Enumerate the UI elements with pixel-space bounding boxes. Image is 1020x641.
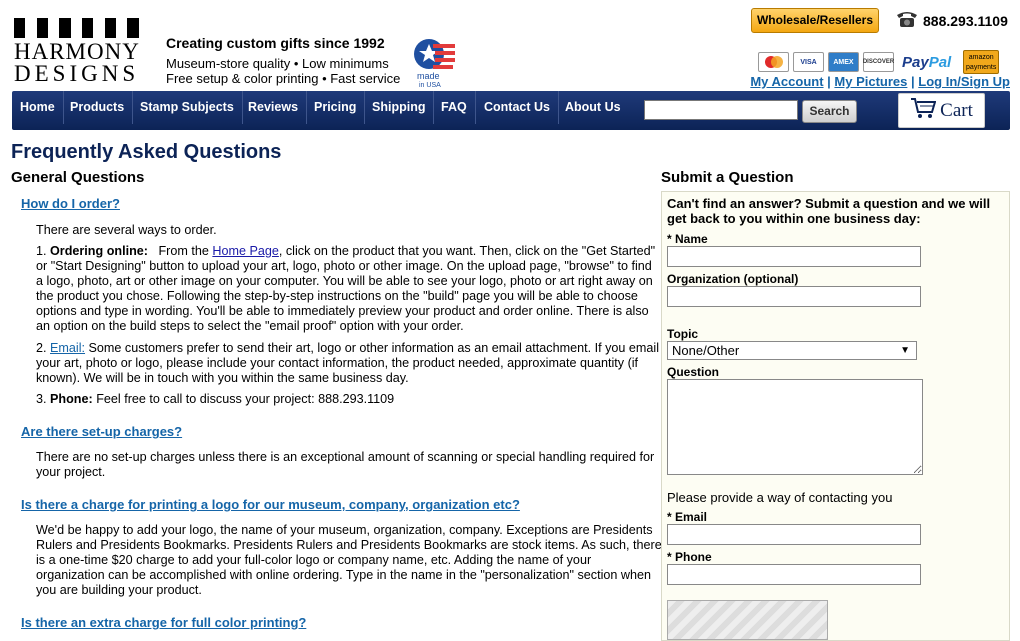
topic-label: Topic <box>667 327 699 341</box>
section-title: General Questions <box>11 169 145 186</box>
name-label: * Name <box>667 232 708 246</box>
question-textarea[interactable] <box>667 379 923 475</box>
captcha-image <box>667 600 828 640</box>
home-page-link[interactable]: Home Page <box>212 244 279 258</box>
account-links: My Account | My Pictures | Log In/Sign U… <box>750 74 1010 89</box>
page-title: Frequently Asked Questions <box>11 141 282 163</box>
nav-faq[interactable]: FAQ <box>433 91 476 124</box>
ordering-online-heading: Ordering online: <box>50 244 148 258</box>
search-button[interactable]: Search <box>802 100 857 123</box>
ordering-online-pre: From the <box>158 244 209 258</box>
phone-field[interactable] <box>667 564 921 585</box>
paypal-logo: PayPal <box>902 53 952 71</box>
cart-button[interactable]: Cart <box>898 93 985 128</box>
amex-icon: AMEX <box>828 52 859 72</box>
tagline: Creating custom gifts since 1992 <box>166 35 385 51</box>
email-field[interactable] <box>667 524 921 545</box>
organization-label: Organization (optional) <box>667 272 799 286</box>
logo-name-line1: HARMONY <box>14 39 140 64</box>
amazon-payments-logo: amazon payments <box>963 50 1000 74</box>
discover-icon: DISCOVER <box>863 52 894 72</box>
logo-checker-pattern <box>14 18 150 38</box>
faq-answer-intro: There are several ways to order. <box>36 223 217 237</box>
cart-icon <box>910 97 937 125</box>
visa-icon: VISA <box>793 52 824 72</box>
faq-question-full-color[interactable]: Is there an extra charge for full color … <box>21 615 306 630</box>
contact-note: Please provide a way of contacting you <box>667 490 893 505</box>
svg-text:in USA: in USA <box>419 82 441 88</box>
phone-label: * Phone <box>667 550 712 564</box>
organization-field[interactable] <box>667 286 921 307</box>
faq-answer-phone: 3. Phone: Feel free to call to discuss y… <box>36 392 662 407</box>
nav-contact-us[interactable]: Contact Us <box>476 91 559 124</box>
list-number: 2. <box>36 341 47 355</box>
form-intro: Can't find an answer? Submit a question … <box>667 196 991 226</box>
name-field[interactable] <box>667 246 921 267</box>
email-link[interactable]: Email: <box>50 341 85 355</box>
topic-selected-value: None/Other <box>672 343 740 358</box>
phone-text: Feel free to call to discuss your projec… <box>92 392 395 406</box>
faq-question-setup-charges[interactable]: Are there set-up charges? <box>21 424 182 439</box>
nav-products[interactable]: Products <box>62 91 134 124</box>
made-in-usa-badge: made in USA <box>413 36 457 89</box>
cart-label: Cart <box>940 99 973 121</box>
my-pictures-link[interactable]: My Pictures <box>834 74 907 89</box>
my-account-link[interactable]: My Account <box>750 74 823 89</box>
list-number: 1. <box>36 244 47 258</box>
phone-number-text: 888.293.1109 <box>923 12 1008 29</box>
list-number: 3. <box>36 392 47 406</box>
submit-question-title: Submit a Question <box>661 169 794 186</box>
topic-select[interactable]: None/Other ▼ <box>667 341 917 360</box>
faq-answer-logo-charge: We'd be happy to add your logo, the name… <box>36 523 662 597</box>
nav-reviews[interactable]: Reviews <box>240 91 308 124</box>
tagline-service: Free setup & color printing • Fast servi… <box>166 71 401 86</box>
faq-question-how-to-order[interactable]: How do I order? <box>21 196 120 211</box>
faq-answer-setup-charges: There are no set-up charges unless there… <box>36 450 655 479</box>
harmony-designs-logo[interactable]: HARMONY DESIGNS <box>14 18 150 85</box>
phone-number: 888.293.1109 <box>895 9 1008 32</box>
dropdown-arrow-icon: ▼ <box>900 345 910 356</box>
search-input[interactable] <box>644 100 798 120</box>
made-in-usa-text: made <box>417 71 440 81</box>
faq-answer-ordering-online: 1. Ordering online: From the Home Page, … <box>36 244 662 334</box>
nav-shipping[interactable]: Shipping <box>364 91 435 124</box>
logo-name-line2: DESIGNS <box>14 61 140 86</box>
question-label: Question <box>667 365 720 379</box>
faq-question-logo-charge[interactable]: Is there a charge for printing a logo fo… <box>21 497 520 512</box>
faq-answer-email: 2. Email: Some customers prefer to send … <box>36 341 662 386</box>
email-text: Some customers prefer to send their art,… <box>36 341 660 385</box>
login-signup-link[interactable]: Log In/Sign Up <box>918 74 1010 89</box>
telephone-icon <box>895 9 919 32</box>
tagline-quality: Museum-store quality • Low minimums <box>166 56 389 71</box>
payment-methods: VISA AMEX DISCOVER PayPal amazon payment… <box>758 50 1000 74</box>
nav-home[interactable]: Home <box>12 91 64 124</box>
mastercard-icon <box>758 52 789 72</box>
email-label: * Email <box>667 510 708 524</box>
nav-pricing[interactable]: Pricing <box>306 91 366 124</box>
phone-heading: Phone: <box>50 392 93 406</box>
main-nav: Home Products Stamp Subjects Reviews Pri… <box>12 91 1010 130</box>
nav-stamp-subjects[interactable]: Stamp Subjects <box>132 91 243 124</box>
wholesale-resellers-button[interactable]: Wholesale/Resellers <box>751 8 879 33</box>
nav-about-us[interactable]: About Us <box>557 91 629 124</box>
